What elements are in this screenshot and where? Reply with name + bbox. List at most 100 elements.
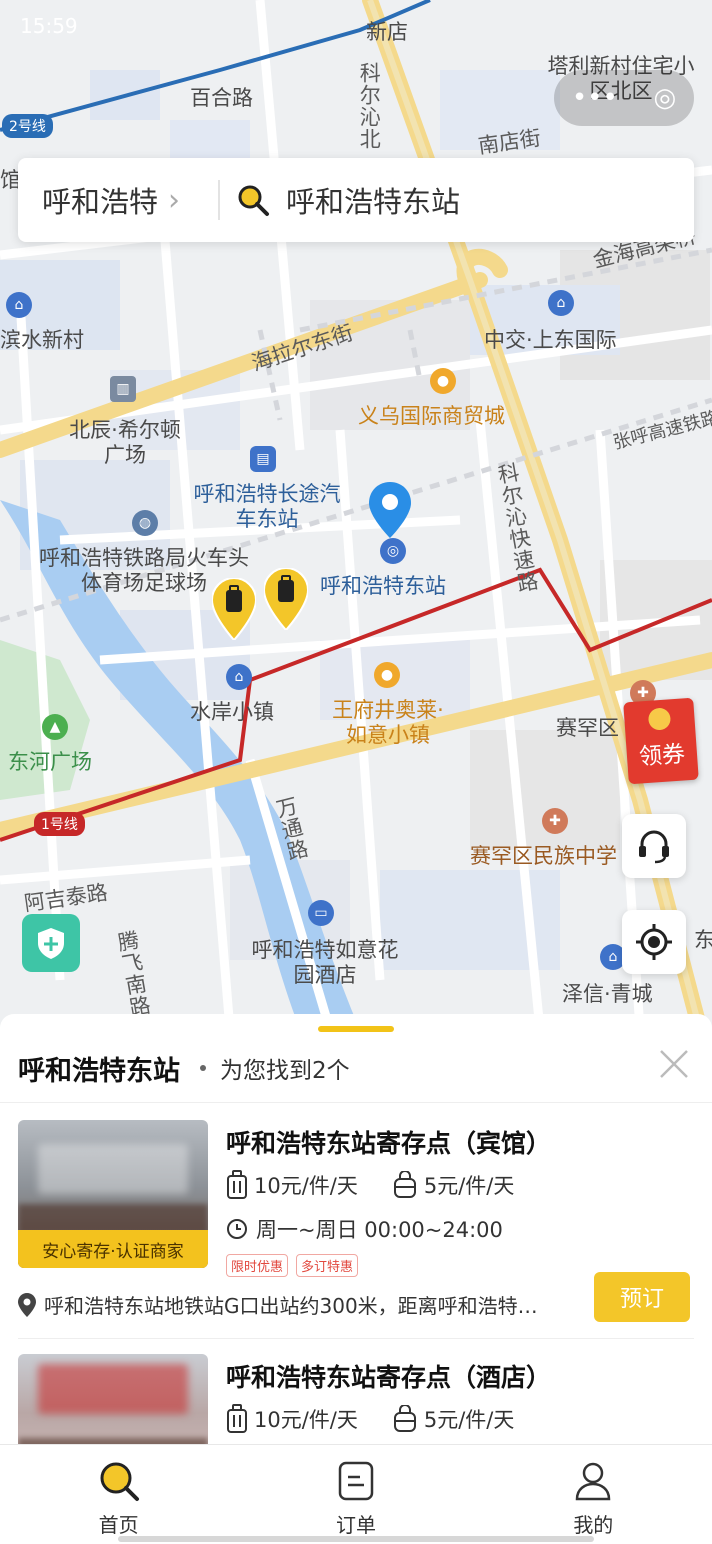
close-icon[interactable] — [658, 1048, 690, 1080]
metro-line-1-tag: 1号线 — [34, 812, 85, 836]
results-title: 呼和浩特东站 — [18, 1055, 180, 1087]
promo-tag: 限时优惠 — [226, 1254, 289, 1277]
certified-badge: 安心寄存·认证商家 — [18, 1230, 208, 1268]
map-label-zexin: 泽信·青城 — [562, 982, 653, 1006]
map-label-saihan: 赛罕区 — [556, 716, 619, 740]
residential-icon: ⌂ — [548, 290, 574, 316]
suitcase-icon — [227, 1170, 247, 1199]
promo-tags: 限时优惠 多订特惠 — [226, 1254, 359, 1277]
person-icon — [576, 1462, 611, 1501]
hotel-icon: ▭ — [308, 900, 334, 926]
opening-hours: 周一~周日 00:00~24:00 — [226, 1214, 503, 1244]
building-icon: ▥ — [110, 376, 136, 402]
coupon-button[interactable]: 领券 — [623, 697, 699, 785]
search-icon — [100, 1462, 139, 1501]
storage-card[interactable]: 呼和浩特东站寄存点（酒店） 10元/件/天 5元/件/天 — [18, 1354, 694, 1444]
bus-station-icon: ▤ — [250, 446, 276, 472]
map-label-ruyi-hotel: 呼和浩特如意花园酒店 — [251, 938, 399, 988]
map-label-beichen: 北辰·希尔顿广场 — [69, 418, 181, 468]
search-query[interactable]: 呼和浩特东站 — [286, 179, 460, 221]
chevron-right-icon: › — [168, 182, 181, 218]
map-base-layer — [0, 0, 712, 1030]
city-name: 呼和浩特 — [42, 185, 159, 219]
map-label-saihan-school: 赛罕区民族中学 — [470, 844, 617, 868]
sheet-drag-handle[interactable] — [318, 1026, 394, 1032]
mini-program-capsule[interactable]: ••• ◎ — [554, 70, 694, 126]
luggage-marker-icon[interactable] — [212, 578, 256, 640]
map-label-keerqin-bei: 科尔沁北 — [357, 62, 382, 150]
status-time: 15:59 — [20, 14, 78, 38]
map-view[interactable]: 15:59 2号线 1号线 新店 百合路 塔利新村住宅小区北区 科尔沁北 南店街… — [0, 0, 712, 1030]
header-divider — [0, 1102, 712, 1103]
price-small-text: 5元/件/天 — [423, 1174, 515, 1198]
shopping-icon: ● — [374, 662, 400, 688]
suitcase-icon — [227, 1404, 247, 1433]
tab-profile[interactable]: 我的 — [475, 1445, 712, 1544]
location-pin-icon — [369, 482, 411, 538]
bottom-tab-bar: 首页 订单 我的 — [0, 1444, 712, 1544]
status-bar: 15:59 — [0, 0, 712, 50]
price-row: 10元/件/天 5元/件/天 — [226, 1404, 548, 1434]
city-selector[interactable]: 呼和浩特 › — [18, 179, 218, 221]
price-small-luggage: 5元/件/天 — [392, 1404, 515, 1434]
crosshair-icon — [636, 924, 672, 960]
stadium-icon: ◍ — [132, 510, 158, 536]
price-small-luggage: 5元/件/天 — [392, 1170, 515, 1200]
more-icon[interactable]: ••• — [572, 83, 618, 113]
locate-me-button[interactable] — [622, 910, 686, 974]
book-button[interactable]: 预订 — [594, 1272, 690, 1322]
tab-home[interactable]: 首页 — [0, 1445, 237, 1544]
map-pin-icon — [18, 1292, 36, 1317]
store-photo: 安心寄存·认证商家 — [18, 1120, 208, 1268]
storage-card[interactable]: 安心寄存·认证商家 呼和浩特东站寄存点（宾馆） 10元/件/天 5元/件/天 周… — [18, 1120, 694, 1340]
store-title: 呼和浩特东站寄存点（酒店） — [226, 1363, 552, 1392]
map-label-baihelu: 百合路 — [190, 86, 253, 110]
map-label-edge-dong: 东 — [694, 928, 712, 952]
card-divider — [18, 1338, 694, 1339]
store-title: 呼和浩特东站寄存点（宾馆） — [226, 1129, 552, 1158]
tab-orders-label: 订单 — [335, 1513, 376, 1537]
metro-line-2-tag: 2号线 — [2, 114, 53, 138]
order-icon — [338, 1461, 374, 1501]
hours-text: 周一~周日 00:00~24:00 — [256, 1218, 503, 1242]
bag-icon — [393, 1405, 416, 1432]
store-photo — [18, 1354, 208, 1444]
school-icon: ✚ — [542, 808, 568, 834]
search-divider — [218, 180, 220, 220]
price-large-luggage: 10元/件/天 — [226, 1404, 358, 1434]
train-station-icon: ◎ — [380, 538, 406, 564]
headset-icon — [639, 830, 669, 864]
price-small-text: 5元/件/天 — [423, 1408, 515, 1432]
search-bar[interactable]: 呼和浩特 › 呼和浩特东站 — [18, 158, 694, 242]
bag-icon — [393, 1171, 416, 1198]
tab-profile-label: 我的 — [573, 1513, 614, 1537]
map-label-changtu: 呼和浩特长途汽车东站 — [193, 482, 341, 532]
map-label-xindian: 新店 — [366, 20, 408, 44]
map-label-dongzhan: 呼和浩特东站 — [320, 574, 446, 598]
tab-orders[interactable]: 订单 — [237, 1445, 474, 1544]
price-row: 10元/件/天 5元/件/天 — [226, 1170, 548, 1200]
map-label-shuian: 水岸小镇 — [190, 700, 274, 724]
insurance-button[interactable] — [22, 914, 80, 972]
luggage-marker-icon[interactable] — [264, 568, 308, 630]
map-label-binshui: 滨水新村 — [0, 328, 84, 352]
results-count: 为您找到2个 — [220, 1058, 350, 1084]
separator-dot — [200, 1065, 206, 1071]
clock-icon — [227, 1219, 247, 1239]
map-label-donghe: 东河广场 — [8, 750, 92, 774]
price-large-text: 10元/件/天 — [254, 1174, 358, 1198]
search-icon — [238, 185, 269, 216]
address-row: 呼和浩特东站地铁站G口出站约300米，距离呼和浩特… — [18, 1290, 578, 1319]
map-label-zhongjiao: 中交·上东国际 — [484, 328, 617, 352]
results-sheet: 呼和浩特东站 为您找到2个 安心寄存·认证商家 呼和浩特东站寄存点（宾馆） 10… — [0, 1014, 712, 1444]
map-label-yiwu: 义乌国际商贸城 — [358, 404, 505, 428]
residential-icon: ⌂ — [6, 292, 32, 318]
tab-home-label: 首页 — [98, 1513, 139, 1537]
address-text: 呼和浩特东站地铁站G口出站约300米，距离呼和浩特… — [44, 1294, 538, 1318]
customer-service-button[interactable] — [622, 814, 686, 878]
park-icon: ▲ — [42, 714, 68, 740]
shopping-icon: ● — [430, 368, 456, 394]
close-circle-icon[interactable]: ◎ — [653, 83, 676, 113]
shield-plus-icon — [38, 928, 64, 959]
price-large-text: 10元/件/天 — [254, 1408, 358, 1432]
